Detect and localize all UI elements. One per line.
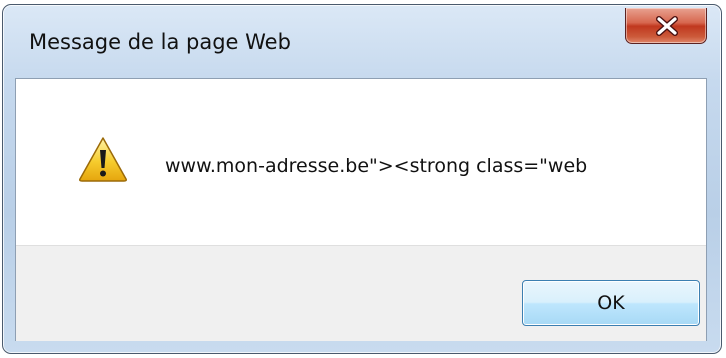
dialog-body: www.mon-adresse.be"><strong class="web O…: [15, 78, 707, 341]
ok-button[interactable]: OK: [522, 280, 700, 326]
message-text: www.mon-adresse.be"><strong class="web: [165, 155, 588, 177]
button-bar: OK: [16, 245, 706, 341]
warning-icon: [79, 137, 127, 182]
close-icon: [656, 16, 678, 36]
dialog-title: Message de la page Web: [29, 30, 291, 54]
close-button[interactable]: [625, 8, 707, 44]
message-dialog: Message de la page Web www.mon-adresse.b…: [2, 4, 722, 354]
message-area: www.mon-adresse.be"><strong class="web: [16, 79, 706, 245]
